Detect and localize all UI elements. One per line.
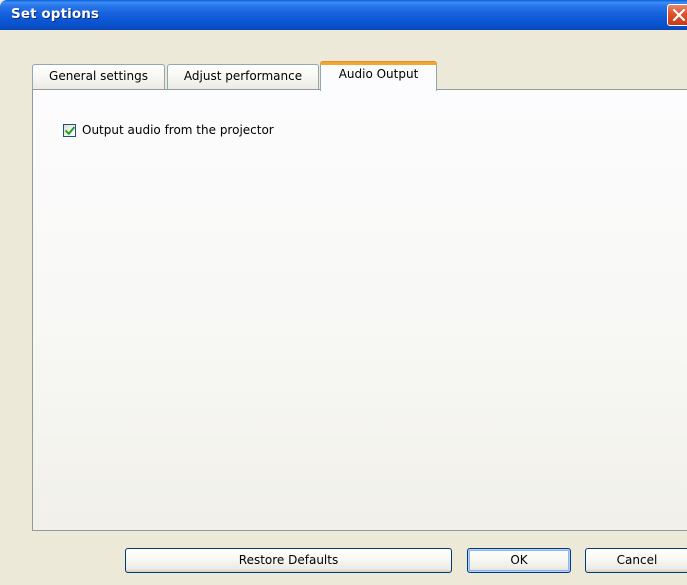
output-audio-label[interactable]: Output audio from the projector bbox=[82, 123, 274, 137]
tab-audio-output[interactable]: Audio Output bbox=[320, 61, 437, 91]
window-title: Set options bbox=[11, 6, 100, 22]
tab-general-settings-label: General settings bbox=[49, 69, 148, 83]
ok-button[interactable]: OK bbox=[467, 548, 571, 573]
set-options-dialog: Set options General settings Adjust perf… bbox=[0, 0, 687, 585]
tab-adjust-performance-label: Adjust performance bbox=[183, 69, 303, 83]
cancel-button[interactable]: Cancel bbox=[585, 548, 687, 573]
restore-defaults-button[interactable]: Restore Defaults bbox=[125, 548, 452, 573]
close-button[interactable] bbox=[667, 4, 687, 26]
output-audio-checkbox[interactable] bbox=[63, 124, 76, 137]
audio-output-panel bbox=[32, 89, 687, 531]
tab-adjust-performance[interactable]: Adjust performance bbox=[167, 64, 319, 89]
title-bar[interactable]: Set options bbox=[0, 0, 687, 30]
tab-audio-output-label: Audio Output bbox=[338, 67, 419, 81]
tab-general-settings[interactable]: General settings bbox=[32, 64, 165, 89]
